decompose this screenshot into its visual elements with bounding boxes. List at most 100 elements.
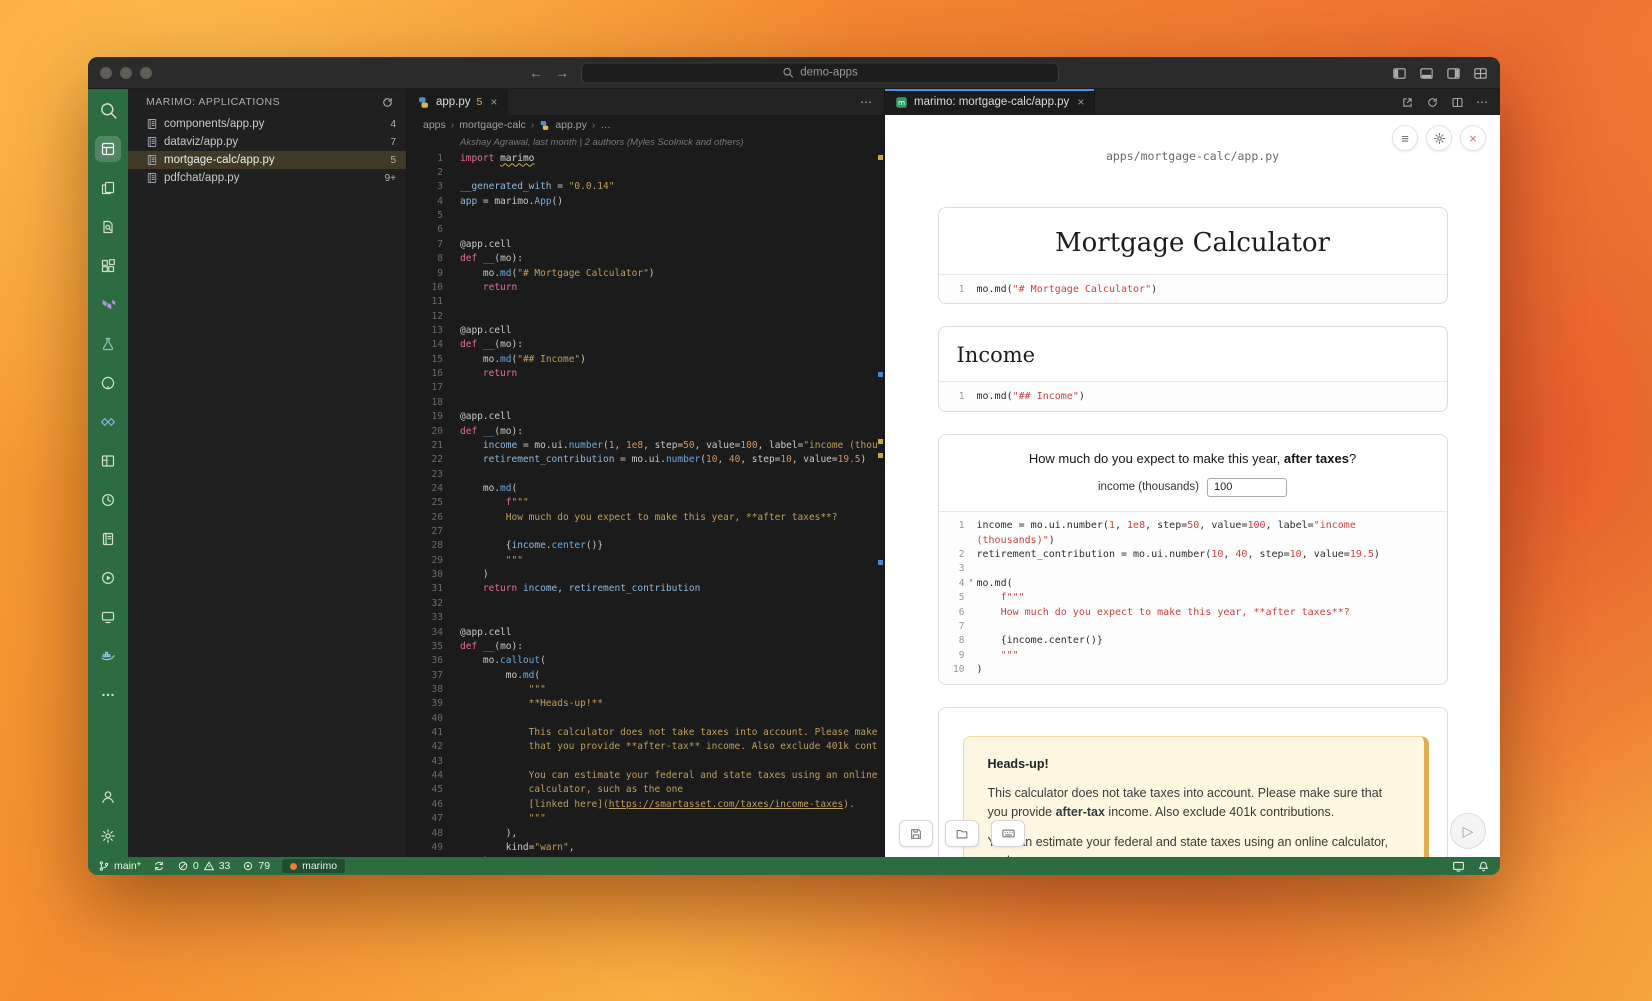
close-window-button[interactable]: [100, 67, 112, 79]
breadcrumb-item[interactable]: app.py: [555, 119, 587, 131]
search-text: demo-apps: [800, 67, 858, 79]
code-line: 1mo.md("# Mortgage Calculator"): [949, 282, 1437, 296]
income-input[interactable]: [1207, 478, 1287, 497]
breadcrumb-item[interactable]: …: [600, 119, 611, 131]
docker-icon[interactable]: [95, 643, 121, 669]
zoom-window-button[interactable]: [140, 67, 152, 79]
breadcrumb-item[interactable]: mortgage-calc: [459, 119, 526, 131]
sync-status[interactable]: [153, 860, 165, 872]
sidebar-item-mortgage-calc[interactable]: mortgage-calc/app.py5: [128, 151, 406, 169]
code-line: 47 """: [407, 812, 878, 826]
keyboard-shortcuts-button[interactable]: [991, 820, 1025, 847]
code-line: 17: [407, 381, 878, 395]
github-icon[interactable]: [95, 370, 121, 396]
extra-counter-status[interactable]: 79: [242, 860, 270, 872]
customize-layout-icon[interactable]: [1473, 66, 1488, 81]
sidebar-item-components[interactable]: components/app.py4: [128, 115, 406, 133]
notebook-cell-title: Mortgage Calculator 1mo.md("# Mortgage C…: [938, 207, 1448, 304]
gitlens-icon[interactable]: [95, 409, 121, 435]
open-folder-button[interactable]: [945, 820, 979, 847]
forward-icon[interactable]: →: [555, 66, 569, 80]
income-input-label: income (thousands): [1098, 481, 1199, 493]
tab-marimo-preview[interactable]: m marimo: mortgage-calc/app.py ×: [885, 89, 1095, 115]
code-line: 36 mo.callout(: [407, 654, 878, 668]
notebook-file-icon: [146, 118, 158, 130]
refresh-icon[interactable]: [381, 96, 394, 109]
toggle-secondary-sidebar-icon[interactable]: [1446, 66, 1461, 81]
problems-status[interactable]: 0 33: [177, 860, 231, 872]
sidebar-item-pdfchat[interactable]: pdfchat/app.py 9+: [128, 169, 406, 187]
git-branch-icon: [98, 860, 110, 872]
breadcrumb-separator: ›: [531, 119, 535, 131]
code-line: 23: [407, 467, 878, 481]
sidebar-item-label: pdfchat/app.py: [164, 172, 379, 184]
code-line: 3: [949, 562, 1437, 576]
code-line: 25 f""": [407, 496, 878, 510]
close-tab-icon[interactable]: ×: [490, 95, 497, 109]
sidebar: MARIMO: APPLICATIONS components/app.py4d…: [128, 89, 407, 857]
open-external-icon[interactable]: [1401, 96, 1414, 109]
code-line: 7@app.cell: [407, 237, 878, 251]
code-line: 4▾mo.md(: [949, 576, 1437, 590]
notifications-bell-icon[interactable]: [1477, 860, 1490, 873]
marimo-task-status[interactable]: marimo: [282, 859, 345, 873]
fold-chevron-icon[interactable]: ▾: [969, 576, 974, 585]
tab-label: marimo: mortgage-calc/app.py: [914, 96, 1069, 108]
more-actions-icon[interactable]: ⋯: [1476, 95, 1488, 109]
notebook-file-icon: [146, 154, 158, 166]
code-line: 13@app.cell: [407, 323, 878, 337]
ruler-decoration: [878, 372, 883, 377]
question-text: How much do you expect to make this year…: [939, 435, 1447, 466]
split-editor-icon[interactable]: [1451, 96, 1464, 109]
notebook-file-icon: [146, 172, 158, 184]
toggle-panel-icon[interactable]: [1419, 66, 1434, 81]
run-debug-icon[interactable]: [95, 565, 121, 591]
shutdown-close-icon[interactable]: ×: [1460, 125, 1486, 151]
layout-view-icon[interactable]: [95, 448, 121, 474]
marimo-applications-icon[interactable]: [95, 136, 121, 162]
beaker-icon[interactable]: [95, 331, 121, 357]
callout-paragraph: You can estimate your federal and state …: [988, 833, 1400, 857]
cell-code[interactable]: 1mo.md("# Mortgage Calculator"): [939, 274, 1447, 303]
code-line: 1income = mo.ui.number(1, 1e8, step=50, …: [949, 519, 1437, 533]
minimize-window-button[interactable]: [120, 67, 132, 79]
run-button[interactable]: ▷: [1450, 813, 1486, 849]
terraform-icon[interactable]: [95, 292, 121, 318]
code-line: 42 that you provide **after-tax** income…: [407, 740, 878, 754]
app-settings-gear-icon[interactable]: [1426, 125, 1452, 151]
git-branch-status[interactable]: main*: [98, 860, 141, 872]
save-button[interactable]: [899, 820, 933, 847]
code-line: 8def __(mo):: [407, 252, 878, 266]
more-views-icon[interactable]: [95, 682, 121, 708]
tab-app-py[interactable]: app.py 5 ×: [407, 89, 508, 115]
search-icon[interactable]: [95, 97, 121, 123]
cell-code[interactable]: 1income = mo.ui.number(1, 1e8, step=50, …: [939, 511, 1447, 684]
close-tab-icon[interactable]: ×: [1077, 95, 1084, 109]
ruler-decoration: [878, 155, 883, 160]
reload-icon[interactable]: [1426, 96, 1439, 109]
desktop-wallpaper: ← → demo-apps: [0, 0, 1652, 1001]
sidebar-item-dataviz[interactable]: dataviz/app.py7: [128, 133, 406, 151]
code-line: 22 retirement_contribution = mo.ui.numbe…: [407, 453, 878, 467]
screen-share-icon[interactable]: [1452, 860, 1465, 873]
item-count-badge: 9+: [385, 173, 396, 184]
extensions-icon[interactable]: [95, 253, 121, 279]
settings-gear-icon[interactable]: [95, 823, 121, 849]
code-editor[interactable]: 1import marimo23__generated_with = "0.0.…: [407, 151, 884, 857]
toggle-primary-sidebar-icon[interactable]: [1392, 66, 1407, 81]
command-center-search[interactable]: demo-apps: [581, 62, 1059, 83]
remote-explorer-icon[interactable]: [95, 604, 121, 630]
back-icon[interactable]: ←: [529, 66, 543, 80]
explorer-copy-icon[interactable]: [95, 175, 121, 201]
account-icon[interactable]: [95, 784, 121, 810]
vscode-window: ← → demo-apps: [88, 57, 1500, 875]
search-editor-icon[interactable]: [95, 214, 121, 240]
warning-callout: Heads-up! This calculator does not take …: [963, 736, 1429, 857]
more-actions-icon[interactable]: ⋯: [860, 95, 872, 109]
history-icon[interactable]: [95, 487, 121, 513]
code-line: 5 f""": [949, 591, 1437, 605]
menu-icon[interactable]: ≡: [1392, 125, 1418, 151]
notebook-icon[interactable]: [95, 526, 121, 552]
cell-code[interactable]: 1mo.md("## Income"): [939, 381, 1447, 410]
breadcrumb-item[interactable]: apps: [423, 119, 446, 131]
